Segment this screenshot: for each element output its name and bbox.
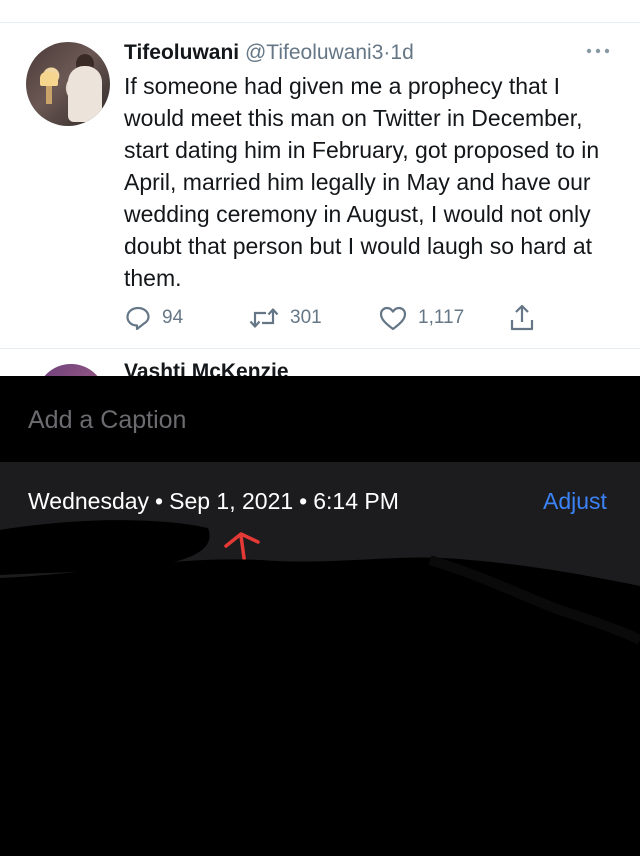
tweet-screenshot: Tifeoluwani @Tifeoluwani3·1d If someone …: [0, 0, 640, 376]
photo-date: Sep 1, 2021: [169, 488, 294, 514]
next-tweet-avatar[interactable]: [36, 364, 106, 376]
reply-count: 94: [162, 307, 184, 328]
date-separator: •: [155, 488, 164, 514]
photo-day: Wednesday: [28, 488, 150, 514]
retweet-button[interactable]: 301: [248, 302, 322, 334]
retweet-icon: [249, 308, 279, 328]
handle[interactable]: @Tifeoluwani3: [245, 41, 383, 64]
reply-icon: [126, 306, 150, 331]
share-icon: [510, 304, 534, 331]
retweet-count: 301: [290, 307, 322, 328]
photo-time: 6:14 PM: [313, 488, 399, 514]
like-icon: [379, 306, 407, 331]
caption-input[interactable]: [28, 403, 588, 437]
reply-button[interactable]: 94: [124, 302, 183, 334]
next-tweet-display-name[interactable]: Vashti McKenzie: [124, 360, 289, 376]
person-body-shape: [68, 66, 102, 122]
lamp-shape: [40, 72, 58, 86]
display-name[interactable]: Tifeoluwani: [124, 41, 239, 64]
tweet-time[interactable]: 1d: [390, 41, 413, 64]
adjust-button[interactable]: Adjust: [543, 488, 607, 515]
share-button[interactable]: [508, 302, 536, 334]
divider: [0, 22, 640, 23]
photo-date-row: Wednesday • Sep 1, 2021 • 6:14 PM: [28, 488, 399, 515]
avatar[interactable]: [26, 42, 110, 126]
photo-info-panel: [0, 462, 640, 856]
like-button[interactable]: 1,117: [378, 302, 464, 334]
divider: [0, 348, 640, 349]
date-separator: •: [299, 488, 308, 514]
lamp-base-shape: [46, 86, 52, 104]
tweet-text: If someone had given me a prophecy that …: [124, 73, 600, 291]
tweet-header: Tifeoluwani @Tifeoluwani3·1d: [124, 40, 414, 66]
more-icon[interactable]: [584, 44, 612, 58]
red-arrow-annotation: [224, 532, 260, 578]
like-count: 1,117: [418, 307, 465, 328]
